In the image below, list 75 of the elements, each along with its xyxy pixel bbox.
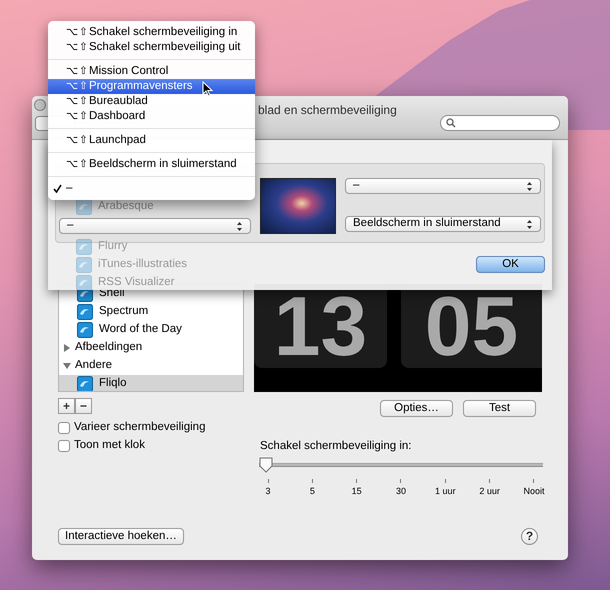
screensaver-icon xyxy=(77,304,93,320)
menu-item-label: Bureaublad xyxy=(89,94,148,109)
menu-item-label: – xyxy=(66,180,72,196)
menu-item-label: Programmavensters xyxy=(89,78,193,94)
screensaver-item[interactable]: Spectrum xyxy=(59,303,243,321)
tick-label: 30 xyxy=(396,485,406,498)
slider-label: Schakel schermbeveiliging in: xyxy=(260,439,412,454)
shortcut-keys: ⌥⇧ xyxy=(66,78,89,94)
add-button[interactable]: + xyxy=(58,398,75,414)
shortcut-keys: ⌥⇧ xyxy=(66,40,89,56)
menu-item[interactable]: ⌥⇧Beeldscherm in sluimerstand xyxy=(48,157,255,172)
push-button[interactable]: Opties… xyxy=(380,400,453,417)
group-item[interactable]: Afbeeldingen xyxy=(59,339,243,357)
shortcut-keys: ⌥⇧ xyxy=(66,64,89,80)
list-item-behind-sheet: Arabesque xyxy=(98,199,154,214)
close-window-button[interactable] xyxy=(34,99,46,111)
screensaver-icon xyxy=(76,239,92,255)
menu-item-label: Schakel schermbeveiliging in xyxy=(89,24,238,40)
menu-item-label: Beeldscherm in sluimerstand xyxy=(89,156,237,172)
menu-item[interactable]: ⌥⇧Mission Control xyxy=(48,64,255,79)
menu-item-label: Mission Control xyxy=(89,64,168,79)
screensaver-icon xyxy=(77,376,93,391)
stepper-arrows-icon xyxy=(236,220,243,232)
stepper-arrows-icon xyxy=(526,180,533,192)
tick-label: Nooit xyxy=(523,485,544,498)
tick-label: 5 xyxy=(310,485,315,498)
menu-item[interactable]: – xyxy=(48,181,255,196)
search-icon xyxy=(446,118,456,128)
shortcut-keys: ⌥⇧ xyxy=(66,24,89,40)
tick-label: 15 xyxy=(352,485,362,498)
screensaver-item[interactable]: Word of the Day xyxy=(59,321,243,339)
screensaver-icon xyxy=(77,322,93,338)
corner-dropdown[interactable]: – xyxy=(345,178,541,194)
list-item-behind-sheet: iTunes-illustraties xyxy=(98,257,188,272)
group-item[interactable]: Andere xyxy=(59,357,243,375)
list-item-behind-sheet: Flurry xyxy=(98,239,128,254)
checkbox[interactable] xyxy=(58,440,70,452)
screensaver-icon xyxy=(76,257,92,273)
window-title: blad en schermbeveiliging xyxy=(258,103,397,117)
disclosure-down-icon[interactable] xyxy=(63,362,71,370)
screensaver-item[interactable]: Fliqlo xyxy=(59,375,243,391)
pointer-icon xyxy=(202,81,213,97)
menu-item[interactable]: ⌥⇧Schakel schermbeveiliging in xyxy=(48,25,255,40)
shortcut-keys: ⌥⇧ xyxy=(66,156,89,172)
checkbox[interactable] xyxy=(58,422,70,434)
corner-dropdown[interactable]: Beeldscherm in sluimerstand xyxy=(345,216,541,232)
stepper-arrows-icon xyxy=(526,218,533,230)
clock-minutes: 05 xyxy=(424,284,518,368)
slider-thumb[interactable] xyxy=(259,457,273,474)
menu-item[interactable]: ⌥⇧Bureaublad xyxy=(48,94,255,109)
tick-label: 2 uur xyxy=(479,485,500,498)
menu-item[interactable]: ⌥⇧Schakel schermbeveiliging uit xyxy=(48,40,255,55)
help-button[interactable]: ? xyxy=(521,528,538,545)
menu-item[interactable]: ⌥⇧Dashboard xyxy=(48,109,255,124)
remove-button[interactable]: − xyxy=(75,398,92,414)
shortcut-keys: ⌥⇧ xyxy=(66,108,89,124)
push-button[interactable]: Test xyxy=(463,400,536,417)
menu-item-label: Schakel schermbeveiliging uit xyxy=(89,40,240,55)
corner-dropdown[interactable]: – xyxy=(59,218,251,234)
tick-label: 3 xyxy=(265,485,270,498)
menu-item[interactable]: ⌥⇧Programmavensters xyxy=(48,79,255,94)
shortcut-keys: ⌥⇧ xyxy=(66,94,89,110)
clock-hours: 13 xyxy=(274,284,368,368)
menu-item-label: Launchpad xyxy=(89,132,146,148)
checkbox-label: Toon met klok xyxy=(74,438,145,454)
push-button[interactable]: Interactieve hoeken… xyxy=(58,528,184,545)
menu-item[interactable]: ⌥⇧Launchpad xyxy=(48,133,255,148)
tick-label: 1 uur xyxy=(435,485,456,498)
ok-button[interactable]: OK xyxy=(476,256,545,274)
menu-item-label: Dashboard xyxy=(89,108,146,124)
disclosure-right-icon[interactable] xyxy=(63,344,71,352)
checkbox-label: Varieer schermbeveiliging xyxy=(74,420,206,436)
screensaver-icon xyxy=(76,275,92,291)
shortcut-keys: ⌥⇧ xyxy=(66,132,89,148)
search-field[interactable] xyxy=(440,115,560,131)
